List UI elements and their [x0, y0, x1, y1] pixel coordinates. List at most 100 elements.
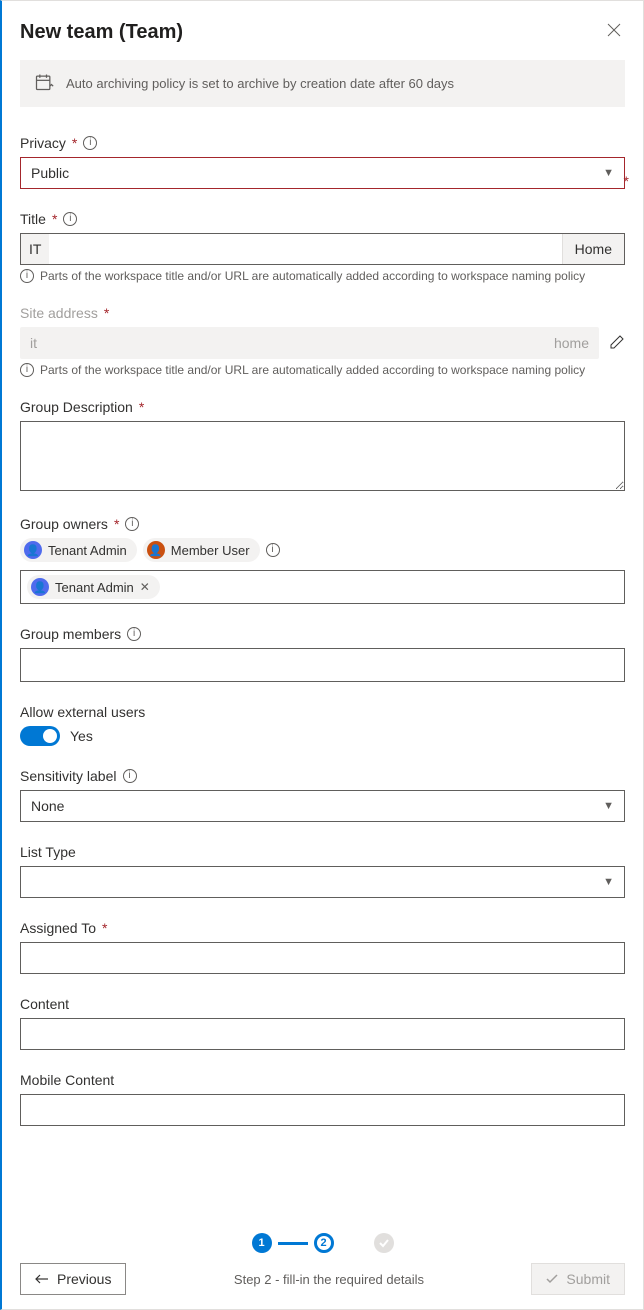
- privacy-label: Privacy: [20, 135, 66, 151]
- info-icon[interactable]: i: [123, 769, 137, 783]
- step-1[interactable]: 1: [252, 1233, 272, 1253]
- site-helper-text: Parts of the workspace title and/or URL …: [40, 363, 585, 377]
- group-members-input[interactable]: [20, 648, 625, 682]
- submit-label: Submit: [566, 1271, 610, 1287]
- privacy-select[interactable]: Public ▼: [20, 157, 625, 189]
- step-2[interactable]: 2: [314, 1233, 334, 1253]
- toggle-knob: [43, 729, 57, 743]
- list-type-select[interactable]: ▼: [20, 866, 625, 898]
- calendar-icon: [34, 72, 54, 95]
- privacy-field: Privacy * i Public ▼ *: [20, 135, 625, 189]
- group-description-input[interactable]: [20, 421, 625, 491]
- chevron-down-icon: ▼: [603, 876, 614, 888]
- arrow-left-icon: [35, 1271, 49, 1287]
- owner-selected[interactable]: 👤 Tenant Admin ✕: [27, 575, 160, 599]
- group-members-label-row: Group members i: [20, 626, 625, 642]
- sensitivity-label-row: Sensitivity label i: [20, 768, 625, 784]
- site-helper: i Parts of the workspace title and/or UR…: [20, 363, 625, 377]
- group-description-label-row: Group Description *: [20, 399, 625, 415]
- title-helper-text: Parts of the workspace title and/or URL …: [40, 269, 585, 283]
- required-mark: *: [114, 516, 119, 532]
- title-input-wrap: IT Home: [20, 233, 625, 265]
- owner-suggestion-label: Member User: [171, 543, 250, 558]
- group-members-field: Group members i: [20, 626, 625, 682]
- site-prefix: it: [30, 335, 37, 351]
- site-address-display: it home: [20, 327, 599, 359]
- previous-label: Previous: [57, 1271, 111, 1287]
- previous-button[interactable]: Previous: [20, 1263, 126, 1295]
- chevron-down-icon: ▼: [603, 167, 614, 179]
- required-mark: *: [102, 920, 107, 936]
- group-owners-suggestions: 👤 Tenant Admin 👤 Member User i: [20, 538, 625, 562]
- info-icon[interactable]: i: [63, 212, 77, 226]
- allow-external-label: Allow external users: [20, 704, 145, 720]
- stepper: 1 2: [20, 1233, 625, 1253]
- footer: 1 2 Previous Step 2 - fill-in the requir…: [20, 1233, 625, 1295]
- banner-text: Auto archiving policy is set to archive …: [66, 76, 454, 91]
- privacy-value: Public: [31, 165, 69, 181]
- info-icon: i: [20, 363, 34, 377]
- content-label: Content: [20, 996, 69, 1012]
- allow-external-toggle[interactable]: [20, 726, 60, 746]
- assigned-to-field: Assigned To *: [20, 920, 625, 974]
- chevron-down-icon: ▼: [603, 800, 614, 812]
- owner-suggestion-label: Tenant Admin: [48, 543, 127, 558]
- group-owners-label-row: Group owners * i: [20, 516, 625, 532]
- remove-icon[interactable]: ✕: [140, 580, 150, 594]
- close-icon: [607, 24, 621, 41]
- title-label: Title: [20, 211, 46, 227]
- mobile-content-label-row: Mobile Content: [20, 1072, 625, 1088]
- required-mark: *: [104, 305, 109, 321]
- privacy-label-row: Privacy * i: [20, 135, 625, 151]
- site-address-label-row: Site address *: [20, 305, 625, 321]
- info-icon[interactable]: i: [266, 543, 280, 557]
- content-input[interactable]: [20, 1018, 625, 1050]
- mobile-content-label: Mobile Content: [20, 1072, 114, 1088]
- check-icon: [546, 1271, 558, 1287]
- sensitivity-value: None: [31, 798, 64, 814]
- allow-external-field: Allow external users Yes: [20, 704, 625, 746]
- avatar-icon: 👤: [31, 578, 49, 596]
- site-address-label: Site address: [20, 305, 98, 321]
- required-mark: *: [72, 135, 77, 151]
- required-mark: *: [52, 211, 57, 227]
- info-icon[interactable]: i: [125, 517, 139, 531]
- info-icon[interactable]: i: [83, 136, 97, 150]
- submit-button[interactable]: Submit: [531, 1263, 625, 1295]
- list-type-field: List Type ▼: [20, 844, 625, 898]
- content-label-row: Content: [20, 996, 625, 1012]
- content-field: Content: [20, 996, 625, 1050]
- info-icon[interactable]: i: [127, 627, 141, 641]
- sensitivity-select[interactable]: None ▼: [20, 790, 625, 822]
- close-button[interactable]: [603, 19, 625, 46]
- group-owners-input[interactable]: 👤 Tenant Admin ✕: [20, 570, 625, 604]
- title-helper: i Parts of the workspace title and/or UR…: [20, 269, 625, 283]
- assigned-to-label-row: Assigned To *: [20, 920, 625, 936]
- site-suffix: home: [554, 335, 589, 351]
- assigned-to-input[interactable]: [20, 942, 625, 974]
- site-address-field: Site address * it home i Parts of the wo…: [20, 305, 625, 377]
- group-description-label: Group Description: [20, 399, 133, 415]
- title-input[interactable]: [49, 234, 561, 264]
- list-type-label: List Type: [20, 844, 76, 860]
- mobile-content-field: Mobile Content: [20, 1072, 625, 1126]
- allow-external-state: Yes: [70, 728, 93, 744]
- mobile-content-input[interactable]: [20, 1094, 625, 1126]
- list-type-label-row: List Type: [20, 844, 625, 860]
- step-connector: [278, 1242, 308, 1245]
- assigned-to-label: Assigned To: [20, 920, 96, 936]
- archive-policy-banner: Auto archiving policy is set to archive …: [20, 60, 625, 107]
- allow-external-label-row: Allow external users: [20, 704, 625, 720]
- info-icon: i: [20, 269, 34, 283]
- edit-icon[interactable]: [609, 334, 625, 353]
- owner-suggestion[interactable]: 👤 Tenant Admin: [20, 538, 137, 562]
- group-description-field: Group Description *: [20, 399, 625, 494]
- sensitivity-field: Sensitivity label i None ▼: [20, 768, 625, 822]
- footer-bar: Previous Step 2 - fill-in the required d…: [20, 1263, 625, 1295]
- group-owners-field: Group owners * i 👤 Tenant Admin 👤 Member…: [20, 516, 625, 604]
- error-indicator: *: [624, 173, 629, 189]
- step-text: Step 2 - fill-in the required details: [140, 1272, 517, 1287]
- header-row: New team (Team): [20, 19, 625, 46]
- page-title: New team (Team): [20, 21, 183, 44]
- owner-suggestion[interactable]: 👤 Member User: [143, 538, 260, 562]
